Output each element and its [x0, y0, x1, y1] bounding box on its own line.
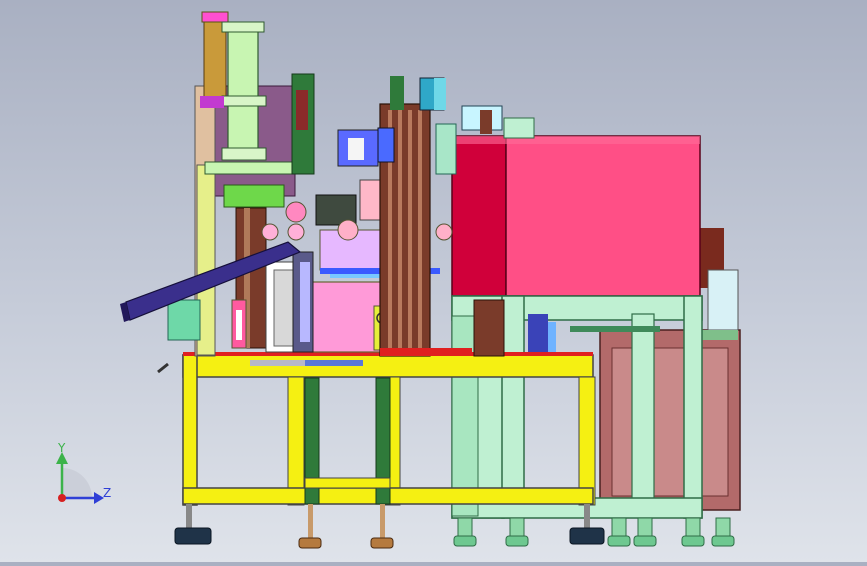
foot-center-right	[370, 504, 394, 549]
x-axis-dot	[58, 494, 66, 502]
center-support-posts	[304, 377, 391, 505]
foot-mint-2	[505, 517, 529, 547]
cad-viewport[interactable]: Y Z	[0, 0, 867, 562]
foot-mint-4	[633, 517, 657, 547]
foot-mint-5	[681, 517, 705, 547]
y-axis-label: Y	[57, 441, 66, 455]
foot-left	[174, 504, 212, 545]
z-axis-label: Z	[103, 486, 111, 500]
foot-center-left	[298, 504, 322, 549]
safety-guard-box	[451, 135, 701, 297]
foot-mint-1	[453, 517, 477, 547]
foot-mint-6	[711, 517, 735, 547]
foot-mint-3	[607, 517, 631, 547]
coordinate-triad[interactable]: Y Z	[56, 441, 111, 504]
assembly-drawing: Y Z	[56, 11, 741, 549]
